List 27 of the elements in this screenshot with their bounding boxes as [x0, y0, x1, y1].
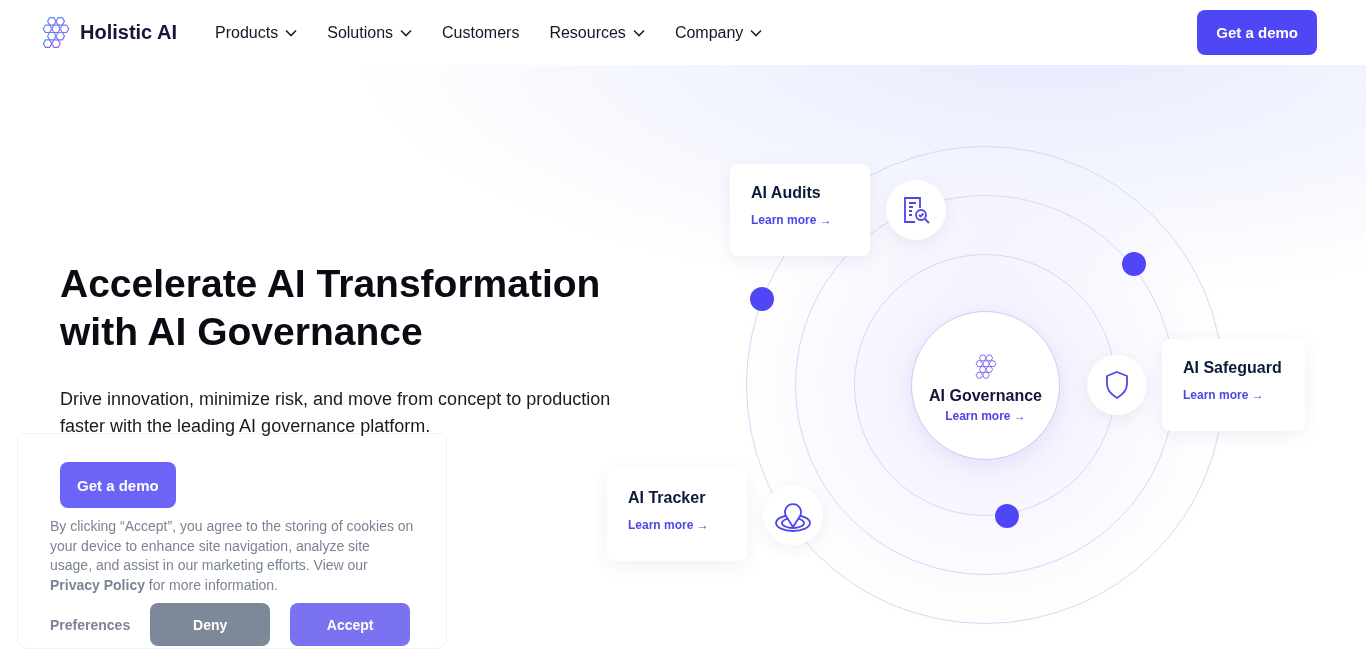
cookie-text: By clicking “Accept”, you agree to the storing of cookies on your device to enhance site navigation, analyze site usage, and assist in our marketing efforts. View our Privacy Policy for more information.	[50, 517, 414, 595]
nav-link[interactable]: Company	[674, 23, 763, 42]
accept-button[interactable]: Accept	[290, 603, 411, 646]
card-title: AI Safeguard	[1183, 359, 1283, 377]
nav-link[interactable]: Solutions	[327, 23, 413, 42]
node-title: AI Governance	[929, 386, 1042, 405]
card-title: AI Audits	[751, 184, 822, 202]
privacy-policy-link[interactable]: Privacy Policy	[50, 576, 145, 593]
hero-title: Accelerate AI Transformation with AI Governance	[60, 261, 602, 355]
orbit-dot	[995, 504, 1019, 528]
preferences-button[interactable]: Preferences	[50, 603, 131, 646]
get-demo-button[interactable]: Get a demo	[1197, 10, 1317, 55]
orbit-dot	[1122, 252, 1146, 276]
logo-text[interactable]: Holistic AI	[80, 21, 178, 44]
shield-icon	[1104, 370, 1130, 400]
nav-link[interactable]: Resources	[549, 23, 645, 42]
learn-more-link[interactable]: Learn more →	[751, 213, 849, 227]
nav-link[interactable]: Customers	[442, 23, 520, 42]
orbit-dot	[750, 287, 774, 311]
deny-button[interactable]: Deny	[150, 603, 271, 646]
learn-more-link[interactable]: Learn more →	[945, 408, 1026, 423]
learn-more-link[interactable]: Learn more →	[628, 518, 726, 532]
nav-link[interactable]: Products	[215, 23, 298, 42]
hero-subtitle: Drive innovation, minimize risk, and move from concept to production faster with the leading AI governance platform.	[60, 388, 612, 438]
get-demo-button[interactable]: Get a demo	[60, 462, 176, 508]
card-title: AI Tracker	[628, 489, 707, 507]
learn-more-link[interactable]: Learn more →	[1183, 388, 1284, 402]
